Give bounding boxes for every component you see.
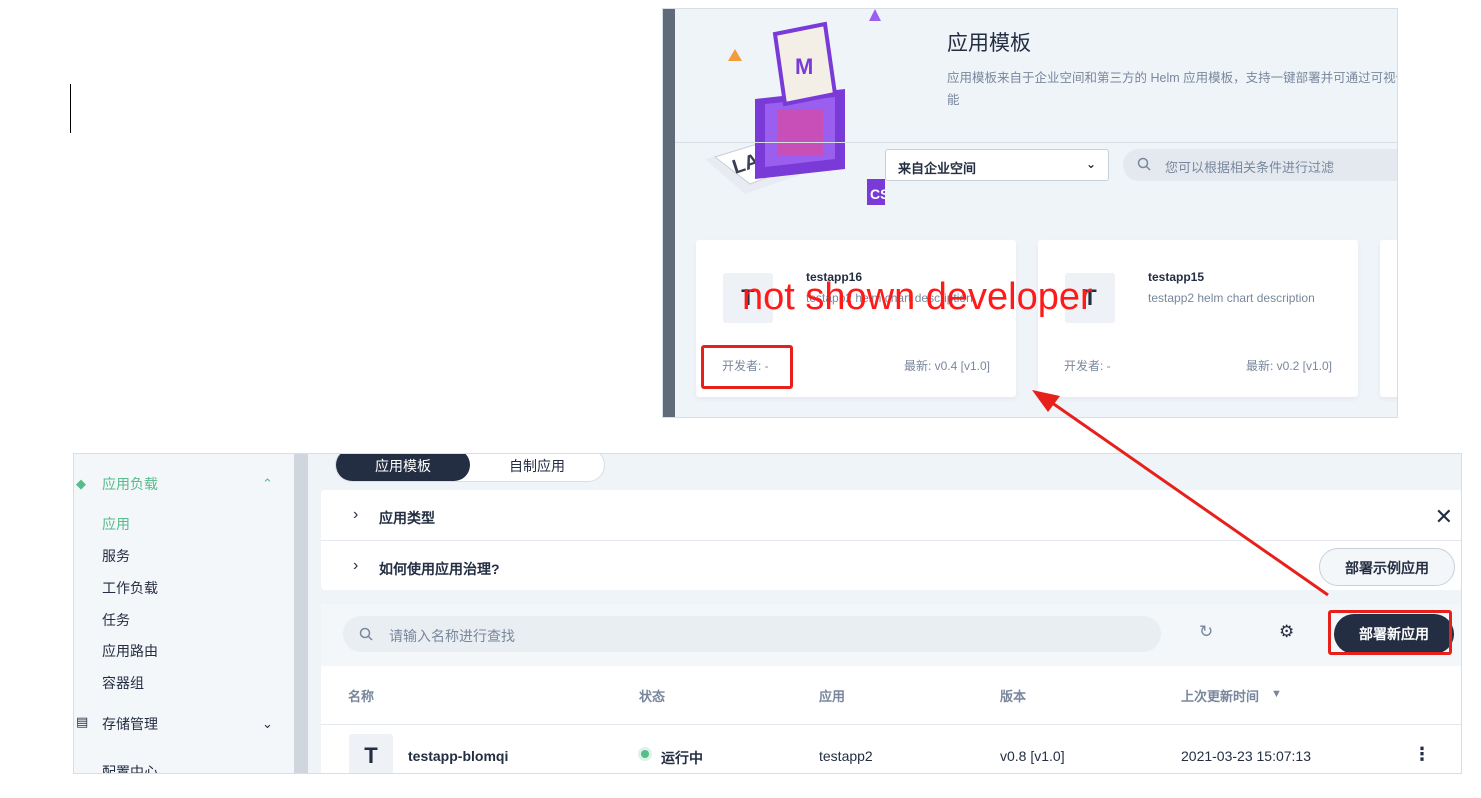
status-dot-icon [641,750,649,758]
more-icon[interactable]: ⋮ [1413,744,1431,765]
sidebar-item-services[interactable]: 服务 [102,546,130,566]
chevron-down-icon[interactable]: ⌄ [262,716,273,732]
apps-table: 名称 状态 应用 版本 上次更新时间 ▼ T testapp-blomqi 运行… [321,666,1461,773]
svg-text:M: M [795,54,813,79]
info-panel: › 应用类型 ✕ › 如何使用应用治理? 部署示例应用 [321,490,1461,590]
sidebar-scrollbar[interactable] [294,454,308,773]
refresh-icon[interactable]: ↻ [1199,622,1213,642]
sidebar-group-app-workloads[interactable]: 应用负载 [102,474,158,494]
chevron-up-icon[interactable]: ⌃ [262,476,273,492]
highlight-deploy-box [1328,610,1452,655]
sidebar-item-workloads[interactable]: 工作负载 [102,578,158,598]
column-header-updated[interactable]: 上次更新时间 [1181,686,1259,705]
highlight-developer-box [701,345,793,389]
search-icon [359,627,373,641]
version-cell: v0.8 [v1.0] [1000,748,1065,764]
app-latest-version: 最新: v0.4 [v1.0] [903,359,990,373]
app-latest-version: 最新: v0.2 [v1.0] [1245,359,1332,373]
column-header-status[interactable]: 状态 [639,686,665,705]
sidebar-group-config[interactable]: 配置中心 [102,762,158,773]
divider [675,142,1397,143]
collapse-app-type[interactable]: 应用类型 [379,508,435,528]
svg-text:CS: CS [870,186,885,202]
layers-icon: ◆ [76,476,86,491]
page-title: 应用模板 [947,32,1031,55]
app-cell: testapp2 [819,748,873,764]
search-placeholder: 请输入名称进行查找 [389,628,515,644]
main-content: 应用模板 自制应用 › 应用类型 ✕ › 如何使用应用治理? 部署示例应用 请输… [321,454,1461,773]
column-header-version[interactable]: 版本 [1000,686,1026,705]
text-cursor [70,84,71,133]
app-name: testapp15 [1148,270,1205,284]
filter-placeholder: 您可以根据相关条件进行过滤 [1165,160,1335,175]
search-icon [1137,157,1151,171]
description-text-cont: 能 [947,93,960,107]
sidebar-item-pods[interactable]: 容器组 [102,673,144,693]
source-select[interactable]: 来自企业空间 ⌄ [885,149,1109,181]
deploy-demo-button[interactable]: 部署示例应用 [1319,548,1455,586]
tab-app-templates[interactable]: 应用模板 [336,454,470,481]
annotation-note: not shown developer [742,276,1093,318]
column-header-app[interactable]: 应用 [819,686,845,705]
column-header-name[interactable]: 名称 [348,686,374,705]
sidebar-group-storage[interactable]: 存储管理 [102,714,158,734]
search-input[interactable]: 请输入名称进行查找 [343,616,1161,652]
filter-input[interactable]: 您可以根据相关条件进行过滤 [1123,149,1397,181]
chevron-down-icon: ⌄ [1085,157,1096,171]
status-badge: 运行中 [661,750,703,766]
description-text: 应用模板来自于企业空间和第三方的 Helm 应用模板，支持一键部署并可通过可视化 [947,71,1398,85]
sidebar: ◆ 应用负载 ⌃ 应用 服务 工作负载 任务 应用路由 容器组 ▤ 存储管理 ⌄… [74,454,294,773]
app-description: testapp2 helm chart description [1148,291,1315,305]
workloads-screenshot: ◆ 应用负载 ⌃ 应用 服务 工作负载 任务 应用路由 容器组 ▤ 存储管理 ⌄… [73,453,1462,774]
app-logo: T [349,734,393,773]
sidebar-item-jobs[interactable]: 任务 [102,610,130,630]
sidebar-item-apps[interactable]: 应用 [102,514,130,534]
app-name-link[interactable]: testapp-blomqi [408,748,508,764]
collapse-how-to[interactable]: 如何使用应用治理? [379,559,500,579]
left-nav-strip [663,9,675,417]
sort-down-icon[interactable]: ▼ [1271,688,1282,700]
chevron-right-icon[interactable]: › [353,557,358,575]
divider [321,724,1461,725]
toolbar: 请输入名称进行查找 ↻ ⚙ 部署新应用 [321,604,1461,666]
app-developer: 开发者: - [1064,359,1111,373]
database-icon: ▤ [76,714,89,729]
lamp-illustration-icon: LA P M CS [705,9,885,205]
tab-custom-apps[interactable]: 自制应用 [470,454,604,481]
sidebar-item-routes[interactable]: 应用路由 [102,641,158,661]
gear-icon[interactable]: ⚙ [1279,622,1294,642]
tab-group: 应用模板 自制应用 [335,454,605,482]
close-icon[interactable]: ✕ [1435,504,1453,530]
updated-time-cell: 2021-03-23 15:07:13 [1181,748,1311,764]
page-description: 应用模板来自于企业空间和第三方的 Helm 应用模板，支持一键部署并可通过可视化… [947,67,1398,111]
source-select-value: 来自企业空间 [898,161,977,176]
divider [321,540,1461,541]
chevron-right-icon[interactable]: › [353,506,358,524]
template-card-partial[interactable] [1380,240,1397,397]
